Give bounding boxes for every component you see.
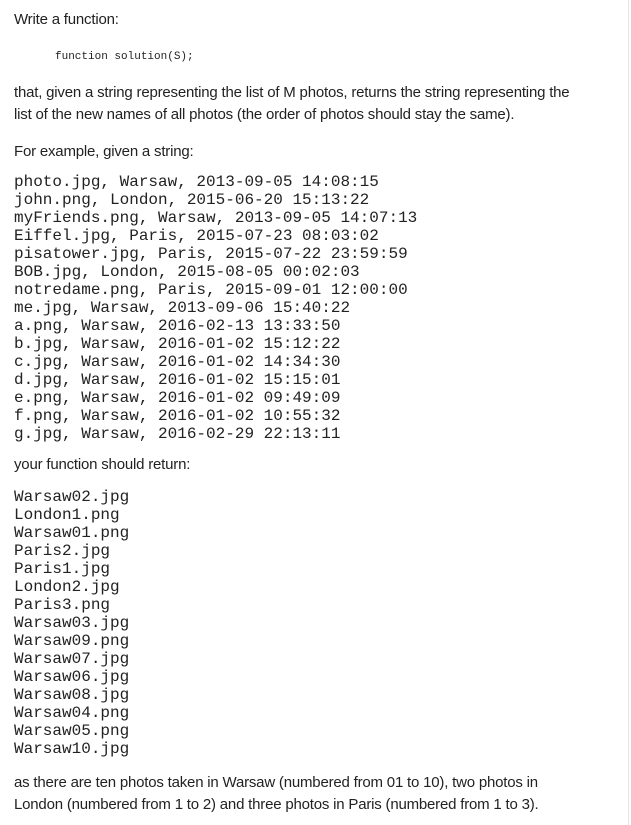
- explanation-line-2: London (numbered from 1 to 2) and three …: [14, 796, 539, 813]
- function-signature: function solution(S);: [55, 51, 194, 63]
- input-line: pisatower.jpg, Paris, 2015-07-22 23:59:5…: [14, 245, 408, 263]
- intro-text: Write a function:: [14, 11, 119, 28]
- explanation-line-1: as there are ten photos taken in Warsaw …: [14, 774, 538, 791]
- output-line: Warsaw07.jpg: [14, 650, 130, 668]
- output-line: Warsaw04.png: [14, 704, 130, 722]
- output-line: Paris3.png: [14, 596, 111, 614]
- input-line: g.jpg, Warsaw, 2016-02-29 22:13:11: [14, 425, 341, 443]
- description-line-2: list of the new names of all photos (the…: [14, 106, 515, 123]
- input-line: john.png, London, 2015-06-20 15:13:22: [14, 191, 370, 209]
- input-line: c.jpg, Warsaw, 2016-01-02 14:34:30: [14, 353, 341, 371]
- output-line: Warsaw09.png: [14, 632, 130, 650]
- input-line: BOB.jpg, London, 2015-08-05 00:02:03: [14, 263, 360, 281]
- input-line: f.png, Warsaw, 2016-01-02 10:55:32: [14, 407, 341, 425]
- output-line: London1.png: [14, 506, 120, 524]
- output-line: Warsaw08.jpg: [14, 686, 130, 704]
- output-line: Paris1.jpg: [14, 560, 111, 578]
- input-line: d.jpg, Warsaw, 2016-01-02 15:15:01: [14, 371, 341, 389]
- input-line: me.jpg, Warsaw, 2013-09-06 15:40:22: [14, 299, 351, 317]
- input-line: Eiffel.jpg, Paris, 2015-07-23 08:03:02: [14, 227, 379, 245]
- example-input: photo.jpg, Warsaw, 2013-09-05 14:08:15 jo…: [14, 173, 417, 443]
- example-output: Warsaw02.jpg London1.png Warsaw01.png Paris…: [14, 488, 129, 758]
- output-line: Warsaw06.jpg: [14, 668, 130, 686]
- output-line: Warsaw03.jpg: [14, 614, 130, 632]
- input-line: a.png, Warsaw, 2016-02-13 13:33:50: [14, 317, 341, 335]
- return-label: your function should return:: [14, 456, 191, 473]
- output-line: Warsaw01.png: [14, 524, 130, 542]
- example-label: For example, given a string:: [14, 143, 194, 160]
- input-line: b.jpg, Warsaw, 2016-01-02 15:12:22: [14, 335, 341, 353]
- description-line-1: that, given a string representing the li…: [14, 84, 570, 101]
- input-line: myFriends.png, Warsaw, 2013-09-05 14:07:…: [14, 209, 418, 227]
- input-line: e.png, Warsaw, 2016-01-02 09:49:09: [14, 389, 341, 407]
- input-line: photo.jpg, Warsaw, 2013-09-05 14:08:15: [14, 173, 379, 191]
- output-line: London2.jpg: [14, 578, 120, 596]
- input-line: notredame.png, Paris, 2015-09-01 12:00:0…: [14, 281, 408, 299]
- panel-edge: [628, 0, 629, 825]
- output-line: Warsaw05.png: [14, 722, 130, 740]
- output-line: Paris2.jpg: [14, 542, 111, 560]
- output-line: Warsaw02.jpg: [14, 488, 130, 506]
- output-line: Warsaw10.jpg: [14, 740, 130, 758]
